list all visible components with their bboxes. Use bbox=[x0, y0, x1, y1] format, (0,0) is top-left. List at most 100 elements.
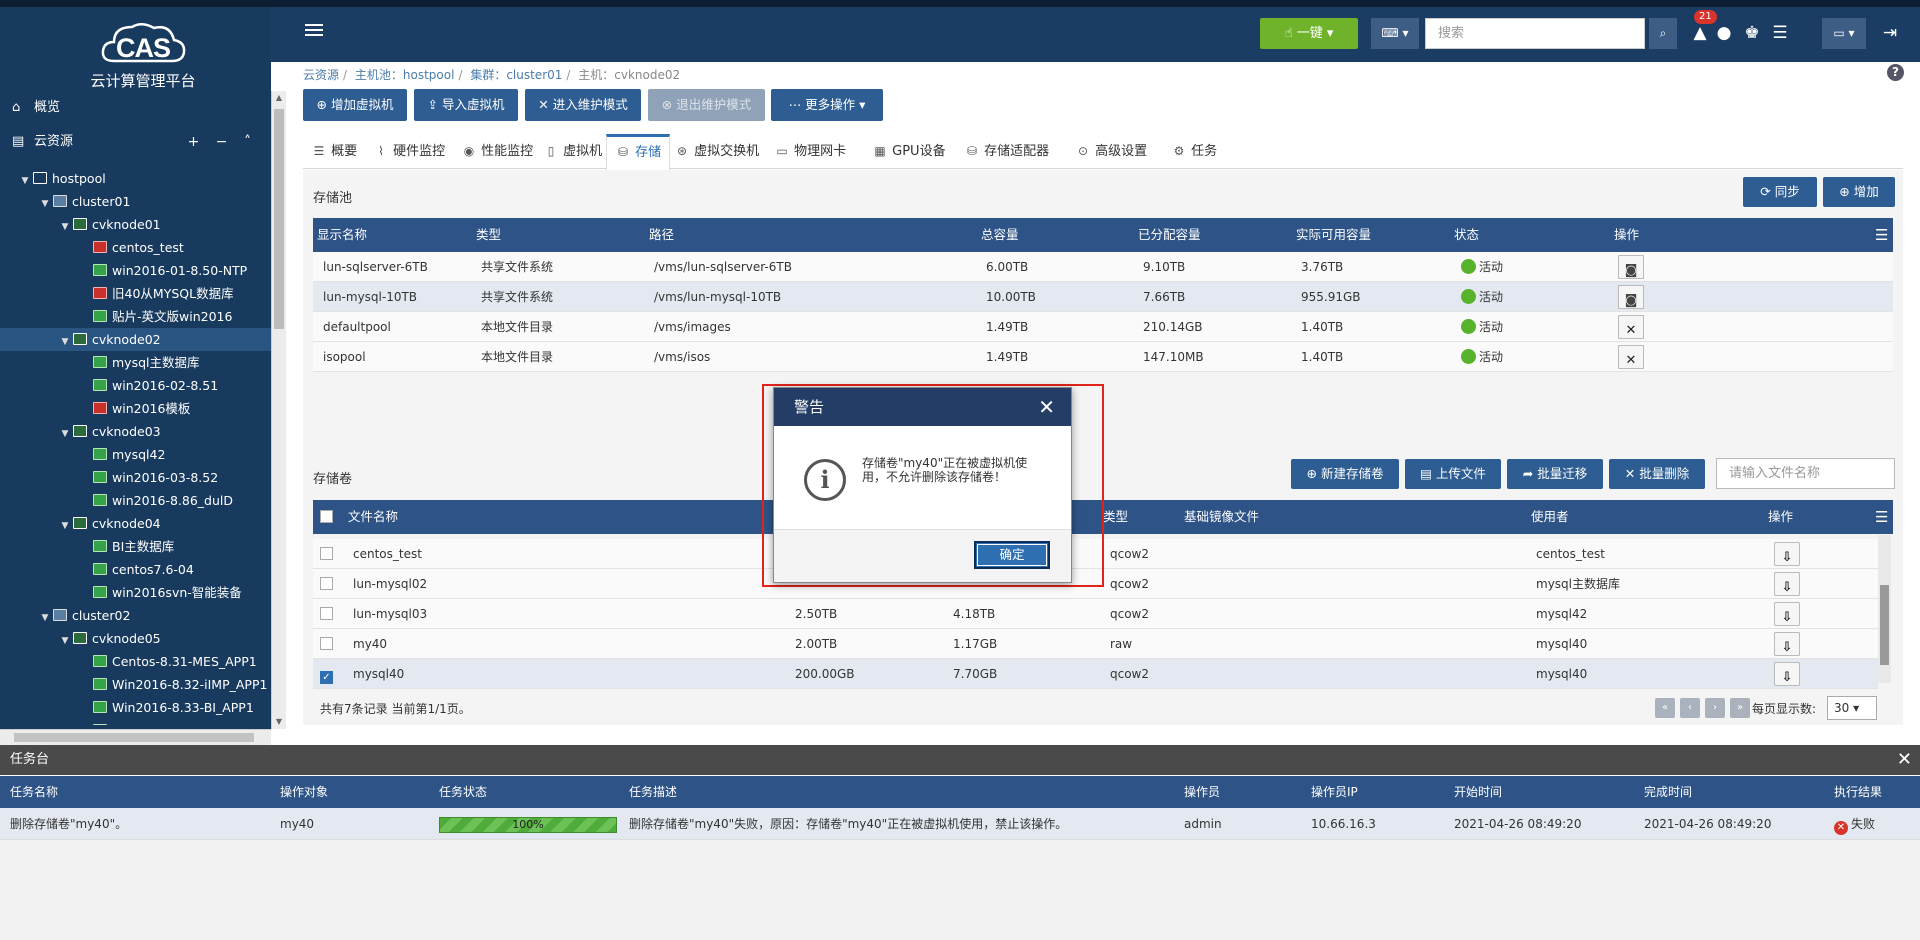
prev-page-button[interactable]: ‹ bbox=[1680, 698, 1700, 718]
disk-icon[interactable]: ◙ bbox=[1618, 255, 1644, 279]
ok-button[interactable]: 确定 bbox=[974, 541, 1050, 569]
tree-node[interactable]: ▼ cvknode05 bbox=[0, 627, 271, 650]
download-icon[interactable]: ⇩ bbox=[1774, 662, 1800, 686]
new-volume-button[interactable]: ⊕ 新建存储卷 bbox=[1291, 459, 1399, 489]
tree-node[interactable]: win2016-03-8.52 bbox=[0, 466, 271, 489]
column-menu-icon[interactable]: ☰ bbox=[1875, 218, 1888, 252]
tab-3[interactable]: ▯ 虚拟机 bbox=[535, 134, 610, 169]
breadcrumb-root[interactable]: 云资源 bbox=[303, 68, 339, 82]
tree-node[interactable]: ▼ hostpool bbox=[0, 167, 271, 190]
tree-node[interactable]: Win2016-8.32-iIMP_APP1 bbox=[0, 673, 271, 696]
column-menu-icon[interactable]: ☰ bbox=[1875, 500, 1888, 534]
upload-file-button[interactable]: ▤ 上传文件 bbox=[1405, 459, 1501, 489]
import-vm-button[interactable]: ⇪ 导入虚拟机 bbox=[414, 89, 518, 121]
add-vm-button[interactable]: ⊕ 增加虚拟机 bbox=[303, 89, 407, 121]
tree-node[interactable]: ▼ cluster01 bbox=[0, 190, 271, 213]
row-checkbox[interactable] bbox=[320, 599, 333, 629]
volume-scrollbar[interactable] bbox=[1878, 535, 1891, 683]
tab-7[interactable]: ▦ GPU设备 bbox=[864, 134, 954, 169]
tree-node[interactable]: centos_test bbox=[0, 236, 271, 259]
tree-node[interactable]: 贴片-英文版win2016 bbox=[0, 305, 271, 328]
pool-row[interactable]: lun-mysql-10TB 共享文件系统/vms/lun-mysql-10TB 1… bbox=[313, 282, 1893, 312]
scroll-down-icon[interactable]: ▼ bbox=[274, 717, 284, 727]
tab-6[interactable]: ▭ 物理网卡 bbox=[766, 134, 854, 169]
tree-node[interactable]: win2016-report-server bbox=[0, 719, 271, 725]
search-icon[interactable]: ⌕ bbox=[1649, 18, 1677, 49]
sync-button[interactable]: ⟳ 同步 bbox=[1743, 177, 1817, 207]
tree-node[interactable]: 旧40从MYSQL数据库 bbox=[0, 282, 271, 305]
download-icon[interactable]: ⇩ bbox=[1774, 602, 1800, 626]
tree-node[interactable]: ▼ cvknode02 bbox=[0, 328, 271, 351]
tree-node[interactable]: win2016-02-8.51 bbox=[0, 374, 271, 397]
volume-row[interactable]: lun-mysql032.50TB4.18TBqcow2mysql42✕⇩ bbox=[313, 599, 1878, 629]
sidebar-item-overview[interactable]: ⌂ 概览 bbox=[0, 91, 271, 125]
keyboard-dropdown[interactable]: ⌨ ▾ bbox=[1371, 18, 1419, 49]
tab-0[interactable]: ☰ 概要 bbox=[303, 134, 365, 169]
tab-10[interactable]: ⚙ 任务 bbox=[1163, 134, 1225, 169]
disk-icon[interactable]: ◙ bbox=[1618, 285, 1644, 309]
shirt-icon[interactable]: ♚ bbox=[1739, 20, 1765, 46]
tree-node[interactable]: BI主数据库 bbox=[0, 535, 271, 558]
tree-node[interactable]: win2016模板 bbox=[0, 397, 271, 420]
menu-toggle-icon[interactable] bbox=[305, 24, 323, 38]
pool-row[interactable]: lun-sqlserver-6TB 共享文件系统/vms/lun-sqlserve… bbox=[313, 252, 1893, 282]
tree-node[interactable]: ▼ cvknode01 bbox=[0, 213, 271, 236]
add-pool-button[interactable]: ⊕ 增加 bbox=[1823, 177, 1895, 207]
download-icon[interactable]: ⇩ bbox=[1774, 572, 1800, 596]
pool-row[interactable]: defaultpool 本地文件目录/vms/images 1.49TB 210.14… bbox=[313, 312, 1893, 342]
sidebar-scrollbar[interactable]: ▲ ▼ bbox=[271, 91, 286, 729]
tree-node[interactable]: centos7.6-04 bbox=[0, 558, 271, 581]
tree-node[interactable]: ▼ cvknode04 bbox=[0, 512, 271, 535]
volume-row[interactable]: ✓mysql40200.00GB7.70GBqcow2mysql40✕⇩ bbox=[313, 659, 1878, 689]
download-icon[interactable]: ⇩ bbox=[1774, 632, 1800, 656]
tab-2[interactable]: ◉ 性能监控 bbox=[453, 134, 541, 169]
page-size-select[interactable]: 30 ▾ bbox=[1827, 696, 1877, 720]
tree-node[interactable]: mysql主数据库 bbox=[0, 351, 271, 374]
tab-9[interactable]: ⊙ 高级设置 bbox=[1067, 134, 1155, 169]
enter-maintenance-button[interactable]: ✕ 进入维护模式 bbox=[525, 89, 641, 121]
next-page-button[interactable]: › bbox=[1705, 698, 1725, 718]
delete-icon[interactable]: ✕ bbox=[1618, 315, 1644, 339]
list-icon[interactable]: ☰ bbox=[1767, 20, 1793, 46]
tree-node[interactable]: Centos-8.31-MES_APP1 bbox=[0, 650, 271, 673]
volume-row[interactable]: my402.00TB1.17GBrawmysql40✕⇩ bbox=[313, 629, 1878, 659]
download-icon[interactable]: ⇩ bbox=[1774, 542, 1800, 566]
tree-controls[interactable]: + − ˄ bbox=[188, 125, 257, 159]
sidebar-hscrollbar[interactable] bbox=[0, 729, 271, 745]
select-all-checkbox[interactable] bbox=[320, 500, 333, 534]
tree-node[interactable]: ▼ cvknode03 bbox=[0, 420, 271, 443]
pool-row[interactable]: isopool 本地文件目录/vms/isos 1.49TB 147.10MB 1.40… bbox=[313, 342, 1893, 372]
help-icon[interactable]: ? bbox=[1887, 64, 1904, 81]
first-page-button[interactable]: « bbox=[1655, 698, 1675, 718]
tree-node[interactable]: win2016svn-智能装备 bbox=[0, 581, 271, 604]
tree-node[interactable]: win2016-01-8.50-NTP bbox=[0, 259, 271, 282]
more-actions-button[interactable]: ⋯ 更多操作 ▾ bbox=[771, 89, 883, 121]
tree-node[interactable]: mysql42 bbox=[0, 443, 271, 466]
onekey-button[interactable]: ☝ 一键 ▾ bbox=[1260, 18, 1358, 49]
logout-icon[interactable]: ⇥ bbox=[1877, 20, 1903, 46]
row-checkbox[interactable] bbox=[320, 569, 333, 599]
batch-delete-button[interactable]: ✕ 批量删除 bbox=[1609, 459, 1705, 489]
task-row[interactable]: 删除存储卷"my40"。 my40 100% 删除存储卷"my40"失败，原因：… bbox=[0, 808, 1920, 840]
scrollbar-thumb[interactable] bbox=[274, 109, 284, 329]
last-page-button[interactable]: » bbox=[1730, 698, 1750, 718]
row-checkbox[interactable]: ✓ bbox=[320, 659, 333, 689]
sidebar-item-cloud-resources[interactable]: ▤ 云资源 + − ˄ bbox=[0, 125, 271, 159]
filename-search-input[interactable]: 请输入文件名称 bbox=[1716, 458, 1895, 489]
tab-4[interactable]: ⛁ 存储 bbox=[606, 134, 671, 170]
scrollbar-thumb[interactable] bbox=[1880, 585, 1889, 665]
close-icon[interactable]: ✕ bbox=[1038, 388, 1055, 426]
tab-5[interactable]: ⊛ 虚拟交换机 bbox=[666, 134, 767, 169]
close-icon[interactable]: ✕ bbox=[1897, 745, 1912, 775]
tab-8[interactable]: ⛁ 存储适配器 bbox=[956, 134, 1057, 169]
search-input[interactable]: 搜索 bbox=[1425, 18, 1645, 49]
row-checkbox[interactable] bbox=[320, 629, 333, 659]
delete-icon[interactable]: ✕ bbox=[1618, 345, 1644, 369]
breadcrumb-pool[interactable]: 主机池：hostpool bbox=[355, 68, 455, 82]
batch-migrate-button[interactable]: ➦ 批量迁移 bbox=[1507, 459, 1603, 489]
scrollbar-thumb[interactable] bbox=[14, 733, 254, 742]
breadcrumb-cluster[interactable]: 集群：cluster01 bbox=[470, 68, 562, 82]
user-icon[interactable]: ● bbox=[1711, 20, 1737, 46]
window-dropdown[interactable]: ▭ ▾ bbox=[1822, 18, 1866, 49]
tree-node[interactable]: ▼ cluster02 bbox=[0, 604, 271, 627]
